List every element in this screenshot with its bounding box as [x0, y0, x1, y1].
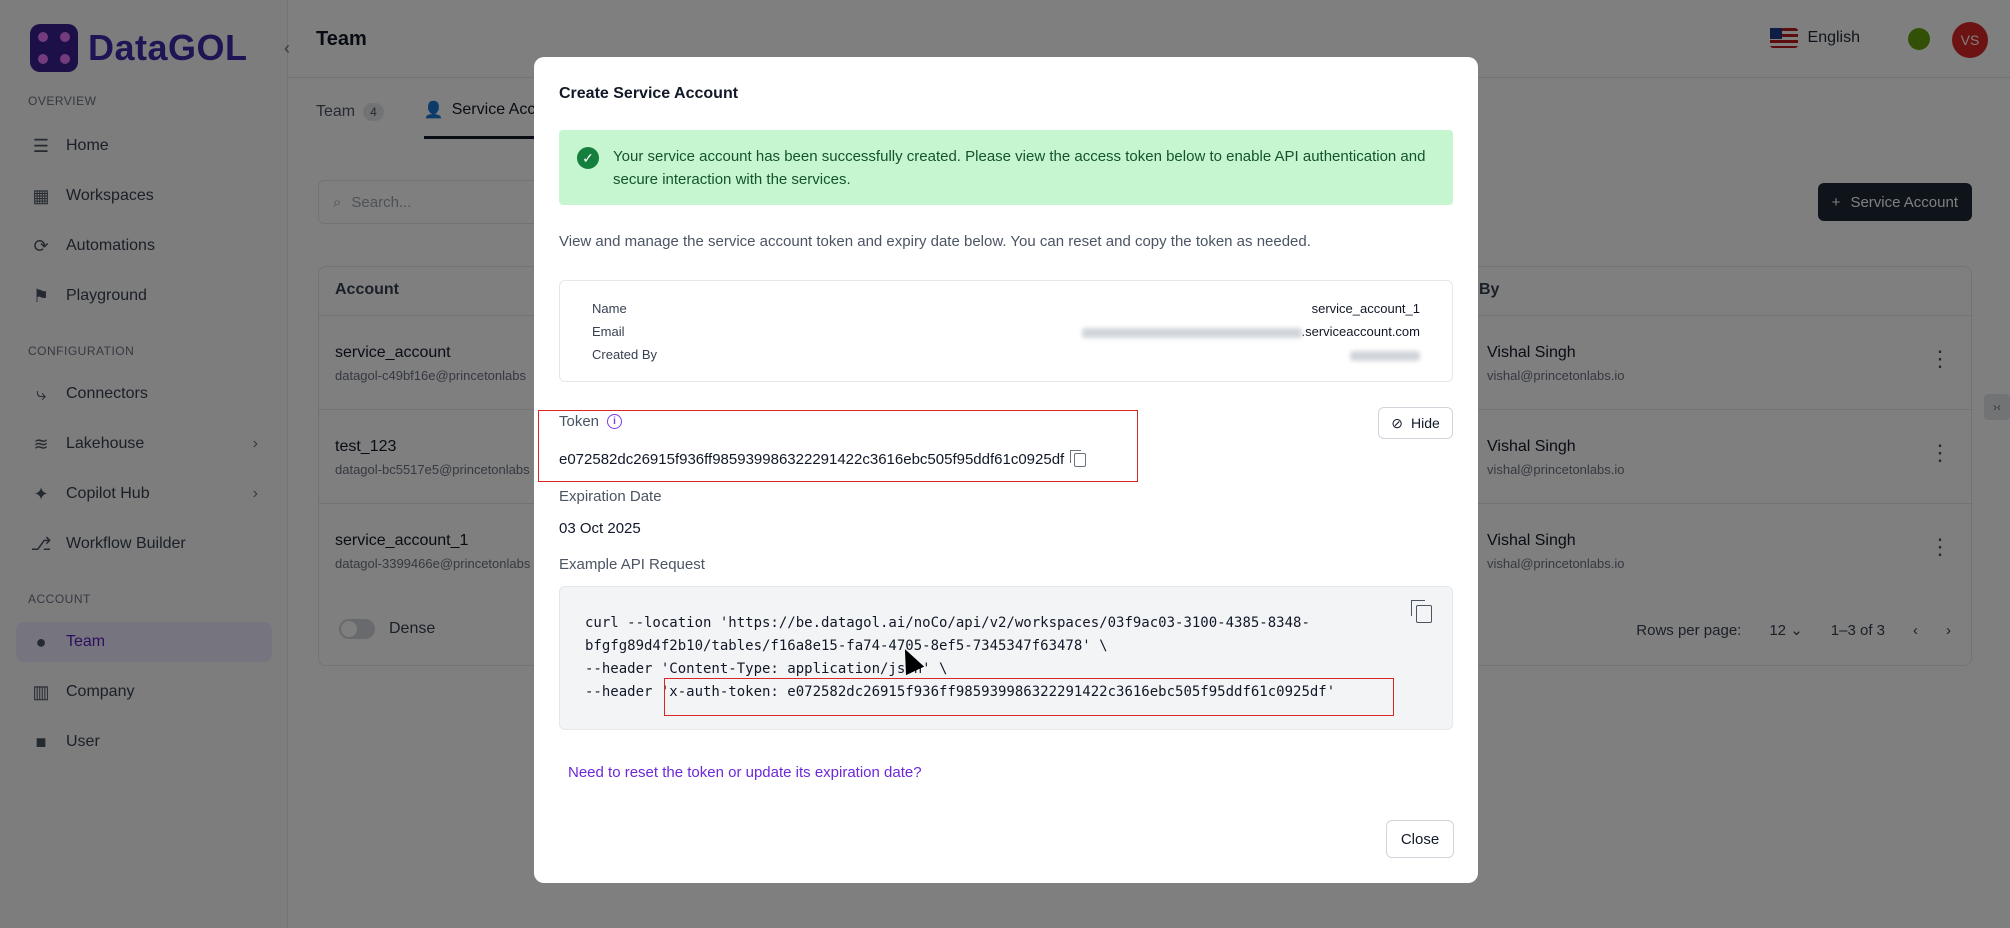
code-line: --header 'Content-Type: application/json…	[585, 661, 948, 677]
name-value: service_account_1	[1311, 301, 1420, 316]
email-value: .serviceaccount.com	[1081, 324, 1420, 339]
api-request-label: Example API Request	[559, 556, 705, 573]
token-highlight-box	[538, 410, 1138, 482]
hide-label: Hide	[1410, 415, 1440, 431]
expiration-value: 03 Oct 2025	[559, 520, 641, 537]
eye-off-icon: ⊘	[1391, 414, 1403, 431]
copy-icon[interactable]	[1070, 449, 1087, 467]
code-line: bfgfg89d4f2b10/tables/f16a8e15-fa74-4705…	[585, 638, 1108, 654]
redacted-name	[1350, 350, 1420, 361]
name-label: Name	[592, 301, 627, 316]
token-label: Token i	[559, 413, 623, 430]
info-icon[interactable]: i	[607, 414, 623, 429]
account-info-card: Name service_account_1 Email .serviceacc…	[559, 280, 1453, 382]
code-line: curl --location 'https://be.datagol.ai/n…	[585, 615, 1310, 631]
copy-code-icon[interactable]	[1411, 600, 1432, 623]
success-message: Your service account has been successful…	[613, 148, 1426, 188]
success-alert: ✓ Your service account has been successf…	[559, 130, 1453, 205]
reset-token-link[interactable]: Need to reset the token or update its ex…	[568, 764, 922, 781]
create-service-account-dialog: Create Service Account ✓ Your service ac…	[534, 57, 1478, 883]
hide-token-button[interactable]: ⊘ Hide	[1378, 407, 1453, 439]
dialog-title: Create Service Account	[559, 85, 739, 102]
check-circle-icon: ✓	[577, 147, 599, 169]
created-by-label: Created By	[592, 347, 658, 362]
expiration-label: Expiration Date	[559, 488, 662, 505]
close-button[interactable]: Close	[1386, 820, 1454, 858]
email-label: Email	[592, 324, 625, 339]
dialog-intro: View and manage the service account toke…	[559, 233, 1311, 250]
created-by-value	[1350, 347, 1420, 362]
auth-token-highlight-box	[664, 678, 1394, 716]
token-text: e072582dc26915f936ff985939986322291422c3…	[559, 451, 1065, 468]
redacted-email	[1081, 327, 1302, 338]
token-value: e072582dc26915f936ff985939986322291422c3…	[559, 449, 1087, 468]
